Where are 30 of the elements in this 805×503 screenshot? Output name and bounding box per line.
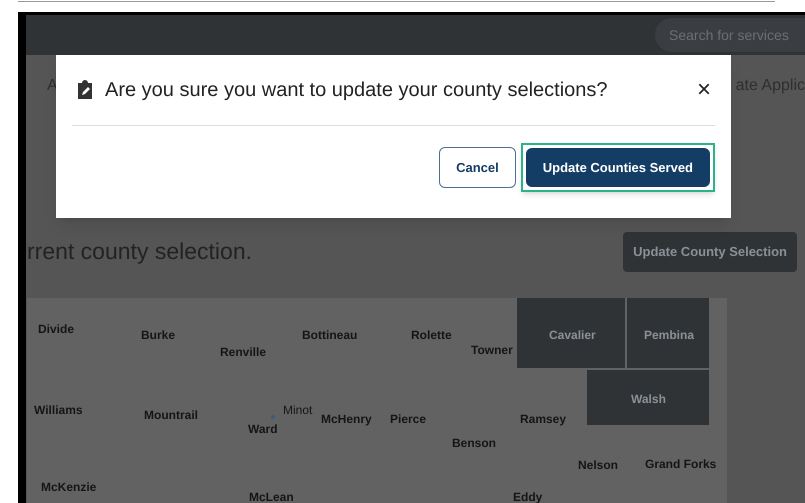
county-label: Burke [141,327,176,344]
county-label: Rolette [411,327,452,344]
county-label: Williams [34,402,83,419]
county-area[interactable] [517,298,625,368]
city-label: Minot [283,402,312,419]
county-label: Renville [220,344,266,361]
county-label: Cavalier [549,327,596,344]
county-label: Walsh [631,391,666,408]
county-label: Nelson [578,457,618,474]
county-label: Pembina [644,327,694,344]
cancel-button[interactable]: Cancel [439,147,516,188]
county-label: Ramsey [520,411,566,428]
clipboard-edit-icon [75,80,95,100]
county-area[interactable] [627,298,709,368]
confirm-button[interactable]: Update Counties Served [526,148,710,187]
county-label: Bottineau [302,327,358,344]
county-label: Towner [471,342,513,359]
county-label: Mountrail [144,407,198,424]
county-label: Grand Forks [645,456,716,473]
county-label: Benson [452,435,496,452]
county-label: McKenzie [41,479,96,496]
county-label: Divide [38,321,74,338]
close-button[interactable]: × [696,78,711,102]
county-area[interactable] [587,370,709,425]
county-label: Pierce [390,411,426,428]
dialog-title: Are you sure you want to update your county selections? [105,78,608,103]
county-label: McLean [249,489,294,503]
county-label: McHenry [321,411,372,428]
county-label: Ward [248,421,278,438]
update-selection-button[interactable]: Update County Selection [623,232,797,272]
